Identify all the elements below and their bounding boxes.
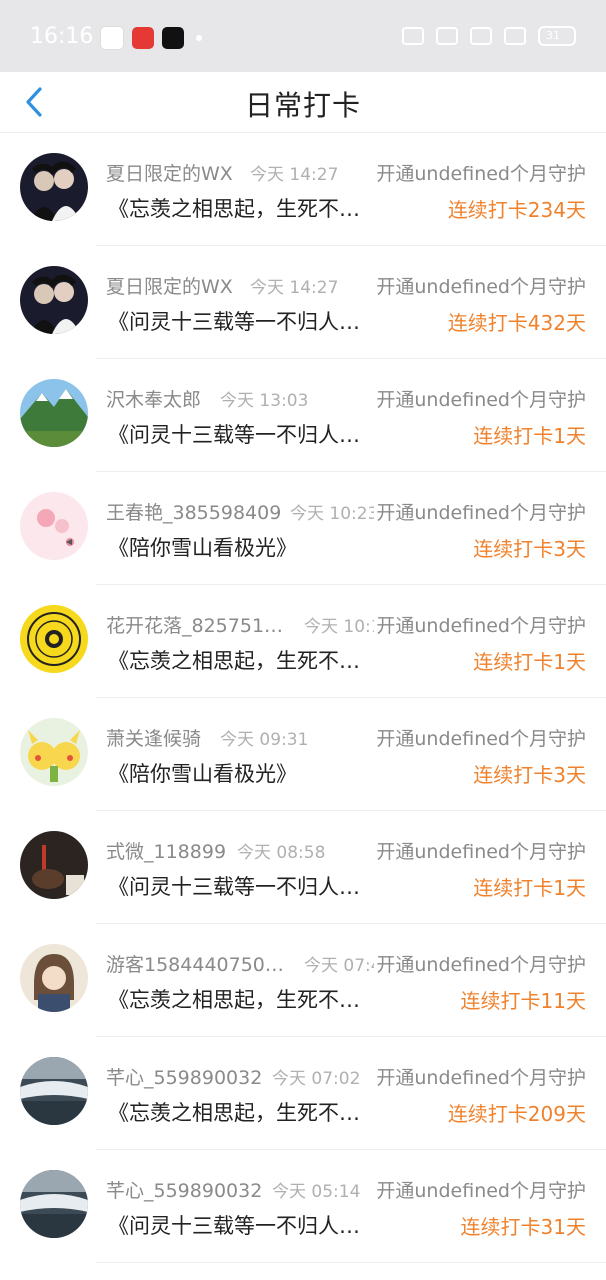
- streak-count: 连续打卡31天: [460, 1215, 586, 1239]
- song-title[interactable]: 《问灵十三载等一不归人…: [108, 306, 360, 336]
- streak-count: 连续打卡209天: [447, 1102, 586, 1126]
- user-name[interactable]: 花开花落_8257514…: [106, 611, 286, 638]
- guard-status: 开通undefined个月守护: [374, 498, 586, 525]
- battery-icon: 31: [538, 26, 576, 46]
- user-avatar[interactable]: [20, 718, 88, 786]
- checkin-time: 今天 08:58: [237, 843, 326, 863]
- guard-status: 开通undefined个月守护: [374, 837, 586, 864]
- streak-count: 连续打卡11天: [460, 989, 586, 1013]
- streak-count: 连续打卡432天: [447, 311, 586, 335]
- status-bar: 16:16 31: [0, 0, 606, 72]
- checkin-row[interactable]: 夏日限定的WX 今天 14:27 开通undefined个月守护 《忘羡之相思起，生死…: [0, 133, 606, 246]
- checkin-row[interactable]: 花开花落_8257514… 今天 10:13 开通undefined个月守护 《忘羡之…: [0, 585, 606, 698]
- app-notification-icon: [100, 26, 124, 50]
- song-title[interactable]: 《忘羡之相思起，生死不…: [108, 193, 360, 223]
- streak-count: 连续打卡3天: [473, 537, 586, 561]
- checkin-time: 今天 10:23: [290, 504, 379, 524]
- song-title[interactable]: 《陪你雪山看极光》: [108, 532, 297, 562]
- streak-count: 连续打卡1天: [473, 650, 586, 674]
- checkin-row[interactable]: 夏日限定的WX 今天 14:27 开通undefined个月守护 《问灵十三载等一不归…: [0, 246, 606, 359]
- checkin-time: 今天 14:27: [250, 165, 339, 185]
- user-name[interactable]: 王春艳_385598409: [106, 498, 281, 525]
- user-avatar[interactable]: [20, 266, 88, 334]
- user-avatar[interactable]: [20, 944, 88, 1012]
- more-notifications-icon: [196, 35, 202, 41]
- guard-status: 开通undefined个月守护: [374, 272, 586, 299]
- user-avatar[interactable]: [20, 1170, 88, 1238]
- user-name[interactable]: 芊心_559890032: [106, 1063, 262, 1090]
- user-name[interactable]: 萧关逢候骑: [106, 724, 201, 751]
- checkin-list: 夏日限定的WX 今天 14:27 开通undefined个月守护 《忘羡之相思起，生死…: [0, 133, 606, 1263]
- alarm-icon: [402, 27, 424, 45]
- row-divider: [96, 1262, 606, 1263]
- page-title: 日常打卡: [244, 89, 361, 122]
- user-avatar[interactable]: [20, 1057, 88, 1125]
- checkin-time: 今天 09:31: [220, 730, 309, 750]
- user-avatar[interactable]: [20, 492, 88, 560]
- streak-count: 连续打卡3天: [473, 763, 586, 787]
- checkin-row[interactable]: 沢木奉太郎 今天 13:03 开通undefined个月守护 《问灵十三载等一不归人……: [0, 359, 606, 472]
- guard-status: 开通undefined个月守护: [374, 159, 586, 186]
- checkin-row[interactable]: 芊心_559890032 今天 07:02 开通undefined个月守护 《忘羡之相…: [0, 1037, 606, 1150]
- guard-status: 开通undefined个月守护: [374, 1063, 586, 1090]
- song-title[interactable]: 《忘羡之相思起，生死不…: [108, 1097, 360, 1127]
- checkin-time: 今天 14:27: [250, 278, 339, 298]
- app-notification-icon: [162, 27, 184, 49]
- song-title[interactable]: 《忘羡之相思起，生死不…: [108, 645, 360, 675]
- guard-status: 开通undefined个月守护: [374, 950, 586, 977]
- song-title[interactable]: 《问灵十三载等一不归人…: [108, 419, 360, 449]
- status-time: 16:16: [30, 24, 94, 49]
- checkin-time: 今天 13:03: [220, 391, 309, 411]
- streak-count: 连续打卡234天: [447, 198, 586, 222]
- user-name[interactable]: 游客15844407500…: [106, 950, 286, 977]
- user-name[interactable]: 夏日限定的WX: [106, 159, 233, 186]
- user-name[interactable]: 芊心_559890032: [106, 1176, 262, 1203]
- user-name[interactable]: 夏日限定的WX: [106, 272, 233, 299]
- checkin-row[interactable]: 式微_118899 今天 08:58 开通undefined个月守护 《问灵十三载等一…: [0, 811, 606, 924]
- checkin-row[interactable]: 王春艳_385598409 今天 10:23 开通undefined个月守护《陪你雪…: [0, 472, 606, 585]
- checkin-time: 今天 05:14: [272, 1182, 361, 1202]
- battery-level: 31: [546, 29, 560, 42]
- checkin-time: 今天 07:02: [272, 1069, 361, 1089]
- song-title[interactable]: 《陪你雪山看极光》: [108, 758, 297, 788]
- guard-status: 开通undefined个月守护: [374, 611, 586, 638]
- guard-status: 开通undefined个月守护: [374, 724, 586, 751]
- signal-icon: [470, 27, 492, 45]
- user-avatar[interactable]: [20, 153, 88, 221]
- user-name[interactable]: 沢木奉太郎: [106, 385, 201, 412]
- signal-icon: [504, 27, 526, 45]
- user-avatar[interactable]: [20, 605, 88, 673]
- checkin-row[interactable]: 萧关逢候骑 今天 09:31 开通undefined个月守护《陪你雪山看极光》 连续打…: [0, 698, 606, 811]
- guard-status: 开通undefined个月守护: [374, 385, 586, 412]
- song-title[interactable]: 《问灵十三载等一不归人…: [108, 871, 360, 901]
- nav-header: 日常打卡: [0, 72, 606, 133]
- streak-count: 连续打卡1天: [473, 424, 586, 448]
- guard-status: 开通undefined个月守护: [374, 1176, 586, 1203]
- app-notification-icon: [132, 27, 154, 49]
- user-name[interactable]: 式微_118899: [106, 837, 226, 864]
- user-avatar[interactable]: [20, 831, 88, 899]
- status-app-icons: [100, 26, 202, 50]
- hd-icon: [436, 27, 458, 45]
- checkin-row[interactable]: 游客15844407500… 今天 07:43 开通undefined个月守护 《忘羡…: [0, 924, 606, 1037]
- song-title[interactable]: 《问灵十三载等一不归人…: [108, 1210, 360, 1240]
- streak-count: 连续打卡1天: [473, 876, 586, 900]
- song-title[interactable]: 《忘羡之相思起，生死不…: [108, 984, 360, 1014]
- status-right: 31: [402, 26, 576, 46]
- user-avatar[interactable]: [20, 379, 88, 447]
- checkin-row[interactable]: 芊心_559890032 今天 05:14 开通undefined个月守护 《问灵十三…: [0, 1150, 606, 1263]
